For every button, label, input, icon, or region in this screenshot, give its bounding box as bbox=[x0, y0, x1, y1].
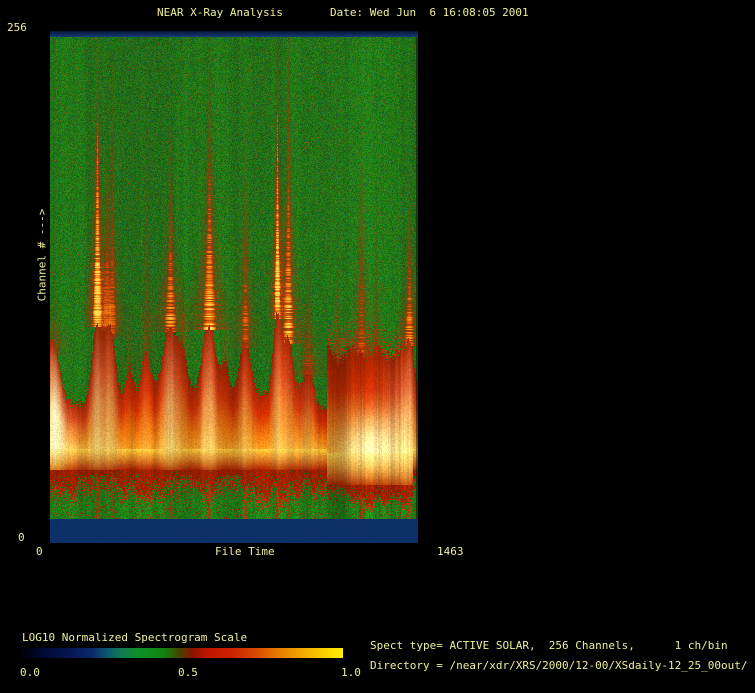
y-axis-label: Channel # ---> bbox=[35, 208, 49, 302]
plot-title: NEAR X-Ray Analysis bbox=[157, 6, 283, 19]
y-max-label: 256 bbox=[7, 21, 27, 34]
x-axis-label: File Time bbox=[215, 545, 275, 558]
plot-date: Date: Wed Jun 6 16:08:05 2001 bbox=[330, 6, 529, 19]
colorbar-title: LOG10 Normalized Spectrogram Scale bbox=[22, 631, 248, 644]
x-max-label: 1463 bbox=[437, 545, 464, 558]
x-min-label: 0 bbox=[36, 545, 43, 558]
spect-type-line: Spect type= ACTIVE SOLAR, 256 Channels, … bbox=[370, 639, 728, 652]
app-window: { "window": { "title": "NEAR X-Ray Analy… bbox=[0, 0, 755, 693]
directory-line: Directory = /near/xdr/XRS/2000/12-00/XSd… bbox=[370, 659, 748, 672]
colorbar-gradient bbox=[22, 648, 343, 658]
colorbar-tick-min: 0.0 bbox=[20, 666, 40, 679]
colorbar-tick-mid: 0.5 bbox=[178, 666, 198, 679]
spectrogram-canvas bbox=[50, 31, 418, 543]
colorbar-tick-max: 1.0 bbox=[341, 666, 361, 679]
y-min-label: 0 bbox=[18, 531, 25, 544]
